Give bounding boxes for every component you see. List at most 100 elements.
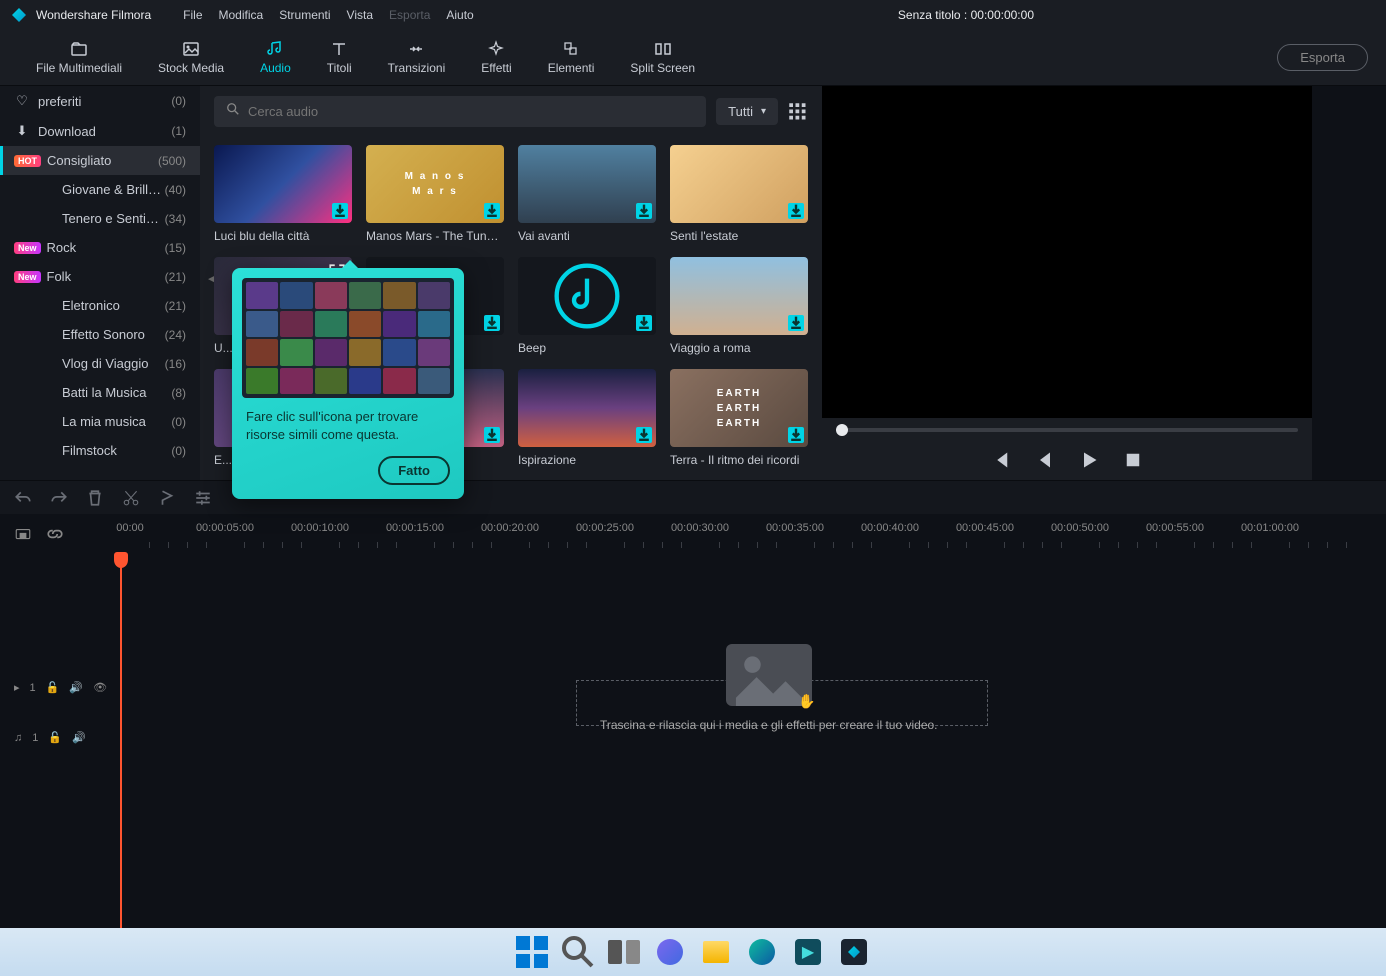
tab-elementi[interactable]: Elementi bbox=[530, 40, 613, 75]
play-button[interactable] bbox=[1079, 450, 1099, 470]
lock-icon[interactable]: 🔓 bbox=[48, 731, 62, 744]
menu-vista[interactable]: Vista bbox=[339, 4, 381, 26]
audio-card-1[interactable]: M a n o sM a r sManos Mars - The Tunni..… bbox=[366, 145, 504, 243]
taskbar-app-2[interactable]: ▶ bbox=[788, 932, 828, 972]
search-input[interactable] bbox=[248, 104, 694, 119]
taskbar-edge[interactable] bbox=[742, 932, 782, 972]
card-thumbnail[interactable]: EARTHEARTHEARTH bbox=[670, 369, 808, 447]
sidebar-item-consigliato[interactable]: HOTConsigliato(500) bbox=[0, 146, 200, 175]
card-thumbnail[interactable] bbox=[214, 145, 352, 223]
project-title: Senza titolo : 00:00:00:00 bbox=[898, 8, 1034, 22]
audio-card-0[interactable]: Luci blu della città bbox=[214, 145, 352, 243]
lock-icon[interactable]: 🔓 bbox=[46, 681, 60, 694]
tooltip-text: Fare clic sull'icona per trovare risorse… bbox=[242, 408, 454, 444]
stop-button[interactable] bbox=[1123, 450, 1143, 470]
taskbar-search-button[interactable] bbox=[558, 932, 598, 972]
transition-icon bbox=[407, 40, 425, 58]
start-button[interactable] bbox=[512, 932, 552, 972]
drop-zone[interactable]: ✋ Trascina e rilascia qui i media e gli … bbox=[600, 644, 938, 732]
volume-icon[interactable]: 🔊 bbox=[69, 681, 83, 694]
search-box[interactable] bbox=[214, 96, 706, 127]
visibility-icon[interactable]: 👁 bbox=[93, 681, 107, 694]
card-thumbnail[interactable] bbox=[518, 145, 656, 223]
sidebar-item-batti-la-musica[interactable]: Batti la Musica(8) bbox=[0, 378, 200, 407]
tab-split-screen[interactable]: Split Screen bbox=[612, 40, 713, 75]
download-icon[interactable] bbox=[636, 203, 652, 219]
taskbar-explorer[interactable] bbox=[696, 932, 736, 972]
cut-button[interactable] bbox=[122, 489, 140, 507]
audio-card-3[interactable]: Senti l'estate bbox=[670, 145, 808, 243]
seek-bar[interactable] bbox=[836, 428, 1298, 432]
timeline-snap-button[interactable] bbox=[14, 525, 32, 543]
sidebar-item-folk[interactable]: NewFolk(21) bbox=[0, 262, 200, 291]
sidebar-item-tenero-e-sentime-[interactable]: Tenero e Sentime...(34) bbox=[0, 204, 200, 233]
shapes-icon bbox=[562, 40, 580, 58]
card-thumbnail[interactable] bbox=[670, 257, 808, 335]
download-icon[interactable] bbox=[332, 203, 348, 219]
menu-esporta[interactable]: Esporta bbox=[381, 4, 438, 26]
download-icon[interactable] bbox=[788, 427, 804, 443]
tooltip-done-button[interactable]: Fatto bbox=[378, 456, 450, 485]
download-icon[interactable] bbox=[484, 315, 500, 331]
sidebar-item-download[interactable]: ⬇Download(1) bbox=[0, 116, 200, 146]
sidebar-item-effetto-sonoro[interactable]: Effetto Sonoro(24) bbox=[0, 320, 200, 349]
redo-button[interactable] bbox=[50, 489, 68, 507]
tab-transizioni[interactable]: Transizioni bbox=[370, 40, 464, 75]
sidebar-item-rock[interactable]: NewRock(15) bbox=[0, 233, 200, 262]
folder-icon bbox=[70, 40, 88, 58]
card-thumbnail[interactable]: M a n o sM a r s bbox=[366, 145, 504, 223]
taskbar-app-1[interactable] bbox=[650, 932, 690, 972]
preview-viewport[interactable] bbox=[822, 86, 1312, 418]
menu-aiuto[interactable]: Aiuto bbox=[438, 4, 481, 26]
playhead[interactable] bbox=[120, 554, 122, 928]
download-icon[interactable] bbox=[484, 203, 500, 219]
adjust-button[interactable] bbox=[194, 489, 212, 507]
tab-effetti[interactable]: Effetti bbox=[463, 40, 529, 75]
audio-card-11[interactable]: EARTHEARTHEARTHTerra - Il ritmo dei rico… bbox=[670, 369, 808, 467]
download-icon[interactable] bbox=[788, 315, 804, 331]
sidebar-item-la-mia-musica[interactable]: La mia musica(0) bbox=[0, 407, 200, 436]
sidebar-item-preferiti[interactable]: ♡preferiti(0) bbox=[0, 86, 200, 116]
tab-stock-media[interactable]: Stock Media bbox=[140, 40, 242, 75]
export-button[interactable]: Esporta bbox=[1277, 44, 1368, 71]
audio-card-2[interactable]: Vai avanti bbox=[518, 145, 656, 243]
sidebar-item-giovane-brillante[interactable]: Giovane & Brillante(40) bbox=[0, 175, 200, 204]
undo-button[interactable] bbox=[14, 489, 32, 507]
menu-strumenti[interactable]: Strumenti bbox=[271, 4, 338, 26]
card-thumbnail[interactable] bbox=[518, 257, 656, 335]
ruler-tick: 00:00:45:00 bbox=[956, 522, 1014, 534]
filter-dropdown[interactable]: Tutti ▾ bbox=[716, 98, 778, 125]
step-back-button[interactable] bbox=[1035, 450, 1055, 470]
seek-handle[interactable] bbox=[836, 424, 848, 436]
delete-button[interactable] bbox=[86, 489, 104, 507]
tab-audio[interactable]: Audio bbox=[242, 40, 309, 75]
volume-icon[interactable]: 🔊 bbox=[72, 731, 86, 744]
search-icon bbox=[226, 102, 240, 121]
sidebar-item-vlog-di-viaggio[interactable]: Vlog di Viaggio(16) bbox=[0, 349, 200, 378]
tab-titoli[interactable]: Titoli bbox=[309, 40, 370, 75]
card-thumbnail[interactable] bbox=[670, 145, 808, 223]
card-title: Beep bbox=[518, 341, 656, 355]
download-icon[interactable] bbox=[636, 427, 652, 443]
download-icon[interactable] bbox=[788, 203, 804, 219]
timeline-link-button[interactable] bbox=[46, 525, 64, 543]
download-icon[interactable] bbox=[484, 427, 500, 443]
ruler-tick: 00:01:00:00 bbox=[1241, 522, 1299, 534]
prev-frame-button[interactable] bbox=[991, 450, 1011, 470]
audio-card-10[interactable]: Ispirazione bbox=[518, 369, 656, 467]
menu-modifica[interactable]: Modifica bbox=[211, 4, 272, 26]
taskbar-taskview-button[interactable] bbox=[604, 932, 644, 972]
sidebar-item-filmstock[interactable]: Filmstock(0) bbox=[0, 436, 200, 465]
card-thumbnail[interactable] bbox=[518, 369, 656, 447]
view-grid-button[interactable] bbox=[788, 102, 808, 122]
tab-file-multimediali[interactable]: File Multimediali bbox=[18, 40, 140, 75]
taskbar-filmora[interactable] bbox=[834, 932, 874, 972]
audio-card-6[interactable]: Beep bbox=[518, 257, 656, 355]
timeline-body[interactable]: ▸ 1 🔓 🔊 👁 ♫ 1 🔓 🔊 ✋ Trascina e rilascia … bbox=[0, 554, 1386, 928]
menu-file[interactable]: File bbox=[175, 4, 210, 26]
marker-button[interactable] bbox=[158, 489, 176, 507]
download-icon[interactable] bbox=[636, 315, 652, 331]
audio-card-7[interactable]: Viaggio a roma bbox=[670, 257, 808, 355]
sidebar-item-eletronico[interactable]: Eletronico(21) bbox=[0, 291, 200, 320]
timeline-ruler[interactable]: 00:0000:00:05:0000:00:10:0000:00:15:0000… bbox=[0, 514, 1386, 554]
